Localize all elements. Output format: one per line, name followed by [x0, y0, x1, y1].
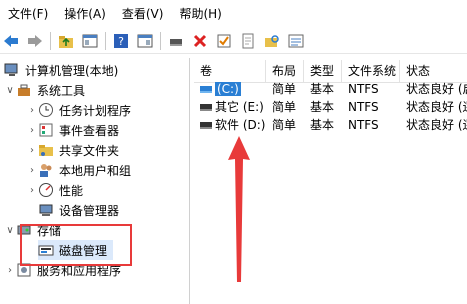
tree-item-label: 系统工具 — [37, 83, 86, 98]
up-folder-icon[interactable] — [57, 32, 75, 50]
highlight-box — [20, 224, 132, 266]
expand-caret-icon[interactable]: ∨ — [4, 225, 16, 236]
list-view-icon[interactable] — [287, 32, 305, 50]
menu-action[interactable]: 操作(A) — [56, 0, 114, 28]
table-cell-filesystem: NTFS — [348, 82, 379, 96]
tree-item-label: 设备管理器 — [59, 203, 120, 218]
collapsed-caret-icon[interactable]: › — [26, 125, 38, 136]
tree-item-system-tools[interactable]: ∨ 系统工具 — [4, 80, 85, 100]
collapsed-caret-icon[interactable]: › — [26, 145, 38, 156]
toolbar-separator — [160, 31, 161, 50]
performance-icon — [38, 182, 54, 198]
collapsed-caret-icon[interactable]: › — [26, 185, 38, 196]
delete-icon[interactable] — [191, 32, 209, 50]
tree-item-label: 任务计划程序 — [59, 103, 132, 118]
check-disk-icon[interactable] — [215, 32, 233, 50]
system-drive-icon — [200, 86, 212, 93]
tree-item-label: 共享文件夹 — [59, 143, 120, 158]
tree-item-local-users-groups[interactable]: › 本地用户和组 — [26, 160, 131, 180]
menu-help[interactable]: 帮助(H) — [171, 0, 229, 28]
table-cell-status: 状态良好 (逻 — [406, 118, 467, 132]
tree-item-label: 本地用户和组 — [59, 163, 132, 178]
collapsed-caret-icon[interactable]: › — [4, 265, 16, 276]
users-icon — [38, 162, 54, 178]
tree-item-computer-management[interactable]: 计算机管理(本地) — [4, 60, 118, 80]
tree-item-shared-folders[interactable]: › 共享文件夹 — [26, 140, 119, 160]
tree-item-event-viewer[interactable]: › 事件查看器 — [26, 120, 119, 140]
table-cell-layout: 简单 — [272, 118, 297, 132]
navigation-tree: 计算机管理(本地) ∨ 系统工具 › 任务计划程序 › 事件查看器 › 共享文件… — [0, 58, 190, 304]
shared-folder-icon — [38, 142, 54, 158]
table-cell-filesystem: NTFS — [348, 100, 379, 114]
tree-item-performance[interactable]: › 性能 — [26, 180, 83, 200]
svg-text:?: ? — [118, 35, 124, 48]
menu-file[interactable]: 文件(F) — [0, 0, 56, 28]
search-folder-icon[interactable] — [263, 32, 281, 50]
tree-item-task-scheduler[interactable]: › 任务计划程序 — [26, 100, 131, 120]
column-header-status[interactable]: 状态 — [400, 60, 467, 82]
toolbar: ? — [0, 28, 467, 54]
tree-item-device-manager[interactable]: 设备管理器 — [38, 200, 119, 220]
table-cell-layout: 简单 — [272, 100, 297, 114]
table-cell-filesystem: NTFS — [348, 118, 379, 132]
volume-label: 软件 (D:) — [215, 118, 266, 132]
toolbox-icon — [16, 82, 32, 98]
tree-item-label: 性能 — [59, 183, 84, 198]
help-icon[interactable]: ? — [112, 32, 130, 50]
expand-caret-icon[interactable]: ∨ — [4, 85, 16, 96]
computer-icon — [4, 62, 20, 78]
column-header-volume[interactable]: 卷 — [194, 60, 266, 82]
collapsed-caret-icon[interactable]: › — [26, 105, 38, 116]
volume-label: 其它 (E:) — [215, 100, 264, 114]
annotation-arrow — [228, 136, 250, 282]
volume-list: 卷 布局 类型 文件系统 状态 (C:) 简单 基本 NTFS 状态良好 (启 … — [194, 58, 467, 304]
table-cell-status: 状态良好 (启 — [406, 82, 467, 96]
column-header-type[interactable]: 类型 — [304, 60, 342, 82]
collapsed-caret-icon[interactable]: › — [26, 165, 38, 176]
table-row-e-volume[interactable]: 其它 (E:) — [194, 98, 266, 116]
device-manager-icon — [38, 202, 54, 218]
connect-icon[interactable] — [167, 32, 185, 50]
column-header-filesystem[interactable]: 文件系统 — [342, 60, 400, 82]
column-header-layout[interactable]: 布局 — [266, 60, 304, 82]
tree-item-label: 计算机管理(本地) — [25, 63, 119, 78]
back-arrow-icon[interactable] — [2, 32, 20, 50]
table-cell-type: 基本 — [310, 100, 335, 114]
table-row-c-volume[interactable]: (C:) — [194, 80, 266, 98]
document-icon[interactable] — [239, 32, 257, 50]
table-cell-type: 基本 — [310, 82, 335, 96]
forward-arrow-icon[interactable] — [26, 32, 44, 50]
properties-pane-icon[interactable] — [136, 32, 154, 50]
event-viewer-icon — [38, 122, 54, 138]
table-cell-layout: 简单 — [272, 82, 297, 96]
menu-bar: 文件(F) 操作(A) 查看(V) 帮助(H) — [0, 0, 467, 28]
drive-icon — [200, 104, 212, 111]
volume-label: (C:) — [215, 82, 241, 96]
table-cell-type: 基本 — [310, 118, 335, 132]
show-hide-tree-icon[interactable] — [81, 32, 99, 50]
toolbar-separator — [105, 31, 106, 50]
table-cell-status: 状态良好 (逻 — [406, 100, 467, 114]
tree-item-label: 事件查看器 — [59, 123, 120, 138]
menu-view[interactable]: 查看(V) — [114, 0, 172, 28]
clock-icon — [38, 102, 54, 118]
toolbar-separator — [50, 31, 51, 50]
drive-icon — [200, 122, 212, 129]
